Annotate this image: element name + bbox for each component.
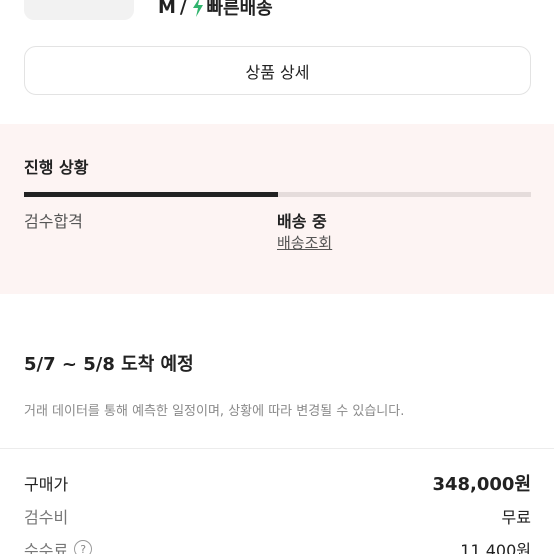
commission-value: 11,400원 bbox=[460, 541, 531, 554]
progress-title: 진행 상황 bbox=[24, 158, 89, 177]
price-row-purchase: 구매가 348,000원 bbox=[24, 470, 531, 496]
size-label: M bbox=[158, 0, 176, 18]
step-shipping: 배송 중 bbox=[277, 212, 327, 231]
commission-label: 수수료 bbox=[24, 541, 69, 554]
price-row-commission: 수수료 ? 11,400원 bbox=[24, 536, 531, 554]
track-delivery-link[interactable]: 배송조회 bbox=[277, 232, 332, 253]
question-circle-icon[interactable]: ? bbox=[74, 540, 93, 554]
arrival-estimate: 5/7 ~ 5/8 도착 예정 bbox=[24, 354, 194, 375]
commission-label-group: 수수료 ? bbox=[24, 537, 93, 554]
progress-section: 진행 상황 검수합격 배송 중 배송조회 bbox=[0, 124, 554, 294]
inspection-fee-value: 무료 bbox=[501, 508, 531, 527]
progress-bar bbox=[24, 192, 531, 197]
progress-bar-fill bbox=[24, 192, 278, 197]
product-thumbnail[interactable] bbox=[24, 0, 134, 20]
price-row-inspection: 검수비 무료 bbox=[24, 503, 531, 529]
lightning-bolt-icon bbox=[192, 0, 203, 17]
option-separator: / bbox=[179, 0, 187, 18]
section-divider bbox=[0, 448, 554, 449]
purchase-price-value: 348,000원 bbox=[432, 474, 531, 495]
arrival-note: 거래 데이터를 통해 예측한 일정이며, 상황에 따라 변경될 수 있습니다. bbox=[24, 404, 405, 419]
order-detail-page: M / 빠른배송 상품 상세 진행 상황 검수합격 배송 중 배송조회 5/7 … bbox=[0, 0, 554, 554]
product-option: M / 빠른배송 bbox=[158, 0, 273, 20]
inspection-fee-label: 검수비 bbox=[24, 508, 69, 527]
product-detail-button[interactable]: 상품 상세 bbox=[24, 46, 531, 95]
product-summary: M / 빠른배송 bbox=[0, 0, 554, 40]
fast-delivery-label: 빠른배송 bbox=[206, 0, 273, 19]
step-inspection-passed: 검수합격 bbox=[24, 212, 83, 231]
purchase-price-label: 구매가 bbox=[24, 475, 69, 494]
